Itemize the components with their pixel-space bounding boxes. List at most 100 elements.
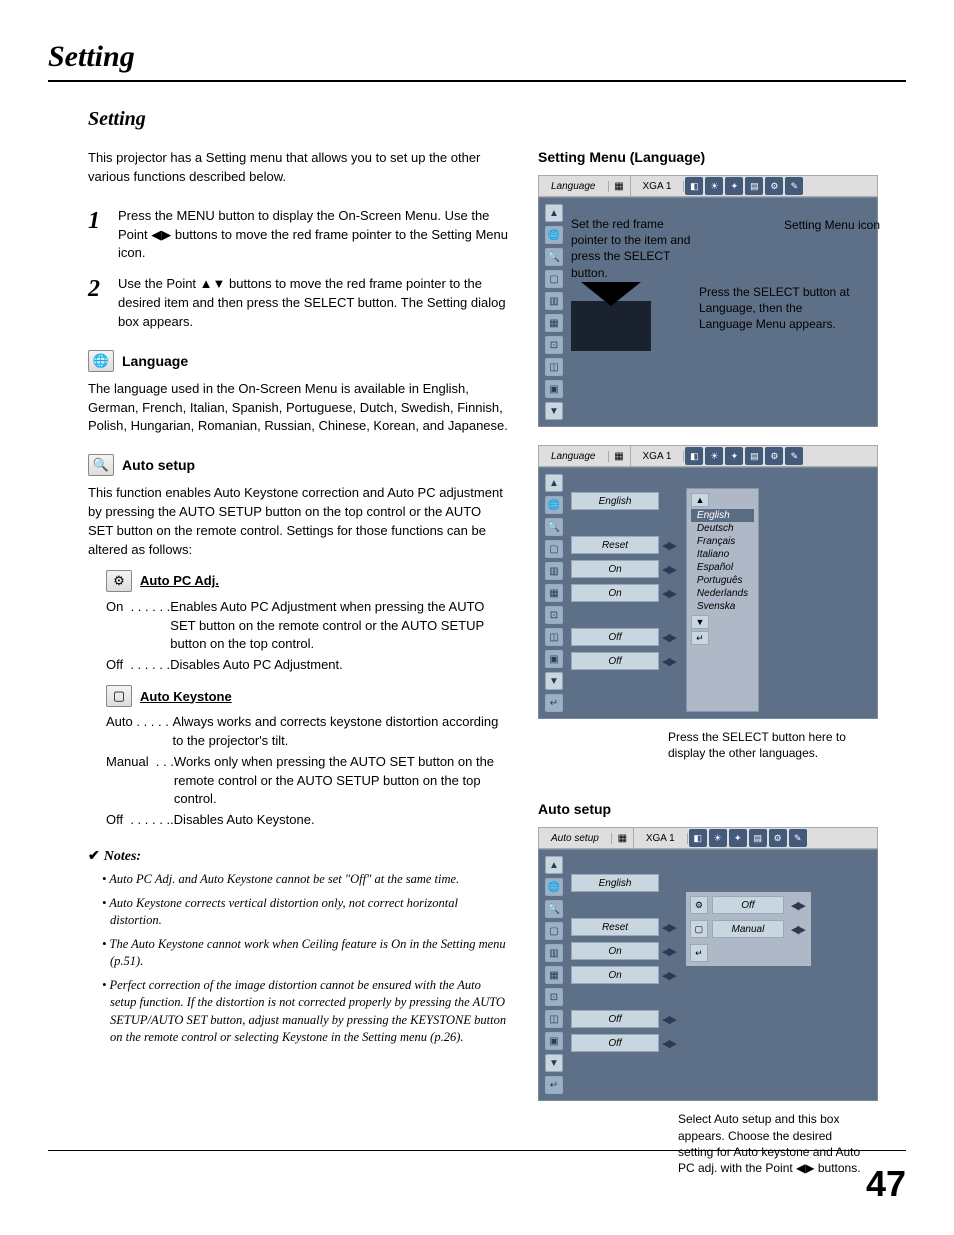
tb-icon: ◧ bbox=[685, 447, 703, 465]
arrows-lr-icon bbox=[788, 899, 807, 912]
arrows-lr-icon bbox=[659, 1037, 678, 1050]
step-1: 1 Press the MENU button to display the O… bbox=[88, 207, 508, 264]
osd3-value-off2: Off bbox=[571, 1034, 659, 1052]
page-title: Setting bbox=[48, 40, 906, 74]
scroll-down-icon: ▼ bbox=[545, 402, 563, 420]
autopc-off-desc: Disables Auto PC Adjustment. bbox=[170, 656, 508, 675]
popup-icon: ▢ bbox=[690, 920, 708, 938]
step-2-number: 2 bbox=[88, 275, 118, 332]
tb-icon: ▤ bbox=[745, 447, 763, 465]
autokey-off-desc: Disables Auto Keystone. bbox=[174, 811, 508, 830]
rule-top bbox=[48, 80, 906, 82]
osd1-topbar-iconstrip: ◧ ☀ ✦ ▤ ⚙ ✎ bbox=[684, 176, 804, 196]
popup-exit-icon: ↵ bbox=[690, 944, 708, 962]
osd1-body: ▲ 🌐 🔍 ▢ ▥ ▦ ⊡ ◫ ▣ ▼ Set the red frame po… bbox=[538, 197, 878, 427]
osd3-values: English Reset On On Off Off bbox=[571, 874, 678, 1094]
page-number: 47 bbox=[866, 1163, 906, 1205]
side-icon: ▢ bbox=[545, 540, 563, 558]
scroll-up-icon: ▲ bbox=[545, 204, 563, 222]
autopc-icon: ⚙ bbox=[106, 570, 132, 592]
tb-icon: ☀ bbox=[705, 447, 723, 465]
tb-icon: ⚙ bbox=[769, 829, 787, 847]
osd3-sidecol: ▲ 🌐 🔍 ▢ ▥ ▦ ⊡ ◫ ▣ ▼ ↵ bbox=[545, 856, 563, 1094]
autopc-on-desc: Enables Auto PC Adjustment when pressing… bbox=[170, 598, 508, 655]
autokey-manual-label: Manual . . . bbox=[106, 753, 174, 810]
osd3-popup-manual: Manual bbox=[712, 920, 784, 938]
autokey-auto-desc: Always works and corrects keystone disto… bbox=[172, 713, 508, 751]
osd2-body: ▲ 🌐 🔍 ▢ ▥ ▦ ⊡ ◫ ▣ ▼ ↵ English Reset On bbox=[538, 467, 878, 719]
side-icon: ▦ bbox=[545, 966, 563, 984]
scroll-down-icon: ▼ bbox=[545, 1054, 563, 1072]
osd2-values: English Reset On On Off Off bbox=[571, 492, 678, 712]
autosetup-icon: 🔍 bbox=[88, 454, 114, 476]
arrows-lr-icon bbox=[659, 655, 678, 668]
side-icon: ▢ bbox=[545, 270, 563, 288]
osd3-value-lang: English bbox=[571, 874, 659, 892]
osd2-topbar-label: Language bbox=[539, 451, 609, 462]
autosetup-heading: Auto setup bbox=[122, 457, 195, 473]
side-icon: 🌐 bbox=[545, 496, 563, 514]
lang-option: English bbox=[691, 509, 754, 522]
lang-option: Deutsch bbox=[691, 522, 754, 535]
arrows-lr-icon bbox=[659, 969, 678, 982]
lang-option: Español bbox=[691, 561, 754, 574]
side-icon: 🔍 bbox=[545, 900, 563, 918]
side-icon: ◫ bbox=[545, 628, 563, 646]
popup-up-icon: ▲ bbox=[691, 493, 709, 507]
lang-option: Français bbox=[691, 535, 754, 548]
osd2-topbar-iconstrip: ◧ ☀ ✦ ▤ ⚙ ✎ bbox=[684, 446, 804, 466]
exit-icon: ↵ bbox=[545, 694, 563, 712]
autopc-on-row: On . . . . . . Enables Auto PC Adjustmen… bbox=[106, 598, 508, 655]
tb-icon: ✦ bbox=[725, 447, 743, 465]
step-2-body: Use the Point ▲▼ buttons to move the red… bbox=[118, 275, 508, 332]
tb-icon: ✎ bbox=[789, 829, 807, 847]
side-icon: ▣ bbox=[545, 650, 563, 668]
side-icon: ◫ bbox=[545, 358, 563, 376]
autokey-auto-label: Auto . . . . . bbox=[106, 713, 172, 751]
osd3-title: Auto setup bbox=[538, 801, 878, 817]
side-icon: ▥ bbox=[545, 292, 563, 310]
step-1-number: 1 bbox=[88, 207, 118, 264]
tb-icon: ▤ bbox=[749, 829, 767, 847]
osd1-title: Setting Menu (Language) bbox=[538, 149, 878, 165]
side-icon: ▣ bbox=[545, 380, 563, 398]
osd1-topbar-mode: XGA 1 bbox=[631, 181, 685, 192]
tb-icon: ☀ bbox=[705, 177, 723, 195]
tb-icon: ✦ bbox=[725, 177, 743, 195]
side-icon: 🌐 bbox=[545, 226, 563, 244]
arrow-down-icon bbox=[581, 282, 641, 306]
tb-icon: ✦ bbox=[729, 829, 747, 847]
language-heading: Language bbox=[122, 353, 188, 369]
side-icon: 🌐 bbox=[545, 878, 563, 896]
step-2: 2 Use the Point ▲▼ buttons to move the r… bbox=[88, 275, 508, 332]
osd3-popup-off: Off bbox=[712, 896, 784, 914]
osd3-value-on1: On bbox=[571, 942, 659, 960]
language-body: The language used in the On-Screen Menu … bbox=[88, 380, 508, 437]
osd1-sidecol: ▲ 🌐 🔍 ▢ ▥ ▦ ⊡ ◫ ▣ ▼ bbox=[545, 204, 563, 420]
osd2-callout: Press the SELECT button here to display … bbox=[668, 729, 878, 761]
note-2: Auto Keystone corrects vertical distorti… bbox=[102, 895, 508, 930]
osd3-topbar: Auto setup ▦ XGA 1 ◧ ☀ ✦ ▤ ⚙ ✎ bbox=[538, 827, 878, 849]
osd3-topbar-label: Auto setup bbox=[539, 833, 612, 844]
osd1-box: Setting Menu icon Language ▦ XGA 1 ◧ ☀ ✦… bbox=[538, 175, 878, 427]
osd2-topbar: Language ▦ XGA 1 ◧ ☀ ✦ ▤ ⚙ ✎ bbox=[538, 445, 878, 467]
osd2-sidecol: ▲ 🌐 🔍 ▢ ▥ ▦ ⊡ ◫ ▣ ▼ ↵ bbox=[545, 474, 563, 712]
side-icon: ⊡ bbox=[545, 988, 563, 1006]
note-4: Perfect correction of the image distorti… bbox=[102, 977, 508, 1047]
lang-option: Nederlands bbox=[691, 587, 754, 600]
exit-icon: ↵ bbox=[545, 1076, 563, 1094]
osd2-topbar-mode: XGA 1 bbox=[631, 451, 685, 462]
osd2-value-lang: English bbox=[571, 492, 659, 510]
autopc-on-label: On . . . . . . bbox=[106, 598, 170, 655]
side-icon: ▢ bbox=[545, 922, 563, 940]
side-icon: 🔍 bbox=[545, 248, 563, 266]
osd1-topbar-icon: ▦ bbox=[609, 176, 631, 196]
lang-option: Italiano bbox=[691, 548, 754, 561]
lang-option: Svenska bbox=[691, 600, 754, 613]
autokey-manual-desc: Works only when pressing the AUTO SET bu… bbox=[174, 753, 508, 810]
lang-option: Português bbox=[691, 574, 754, 587]
section-title: Setting bbox=[88, 108, 906, 131]
osd2-box: Language ▦ XGA 1 ◧ ☀ ✦ ▤ ⚙ ✎ ▲ 🌐 🔍 ▢ bbox=[538, 445, 878, 719]
osd1-callout-frame: Set the red frame pointer to the item an… bbox=[571, 216, 691, 281]
side-icon: ▣ bbox=[545, 1032, 563, 1050]
